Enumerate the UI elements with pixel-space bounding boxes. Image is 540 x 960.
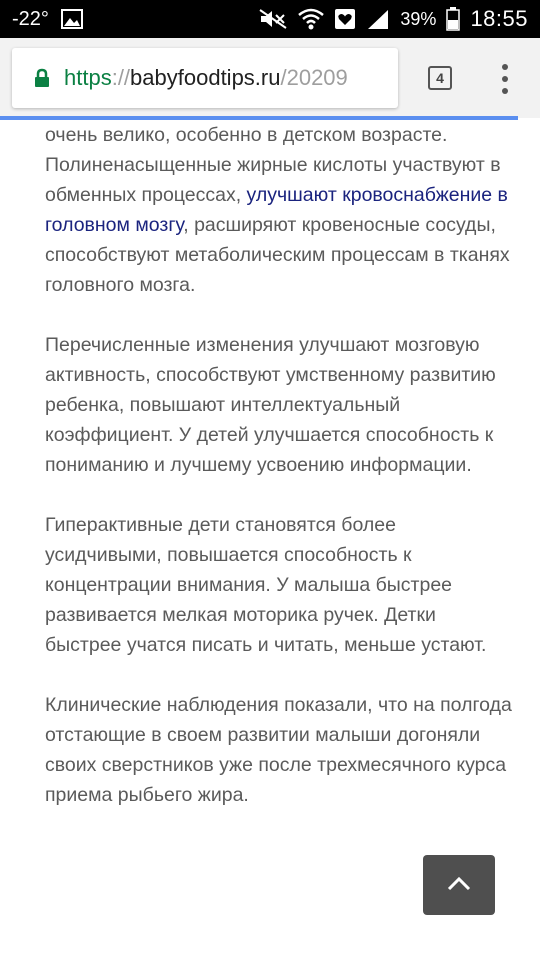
heart-icon — [334, 8, 356, 30]
lock-icon — [34, 68, 50, 88]
paragraph-3: Гиперактивные дети становятся более усид… — [45, 514, 487, 656]
chevron-up-icon — [447, 875, 471, 896]
url-separator: :// — [111, 65, 131, 90]
gallery-icon — [60, 9, 83, 29]
article-body: очень велико, особенно в детском возраст… — [45, 120, 515, 840]
url-path: /20209 — [280, 65, 348, 90]
more-menu-icon[interactable] — [497, 64, 513, 94]
tab-switcher-button[interactable]: 4 — [428, 66, 452, 90]
tab-count: 4 — [436, 70, 444, 86]
mute-icon — [258, 8, 288, 30]
scroll-to-top-button[interactable] — [423, 855, 495, 915]
paragraph-2: Перечисленные изменения улучшают мозгову… — [45, 334, 496, 476]
temperature-text: -22° — [12, 7, 49, 30]
battery-icon — [446, 7, 461, 31]
status-bar: -22° 39% 18:55 — [0, 0, 540, 38]
paragraph-1: очень велико, особенно в детском возраст… — [45, 124, 510, 296]
url-host: babyfoodtips.ru — [130, 65, 281, 90]
battery-percent: 39% — [400, 8, 437, 29]
url-text[interactable]: https://babyfoodtips.ru/20209 — [64, 65, 348, 91]
clock: 18:55 — [470, 6, 528, 31]
browser-toolbar: https://babyfoodtips.ru/20209 4 — [0, 38, 540, 118]
wifi-icon — [298, 8, 325, 30]
signal-icon — [366, 8, 390, 30]
url-scheme: https — [64, 65, 112, 90]
paragraph-4: Клинические наблюдения показали, что на … — [45, 694, 512, 806]
address-bar[interactable]: https://babyfoodtips.ru/20209 — [12, 48, 398, 108]
